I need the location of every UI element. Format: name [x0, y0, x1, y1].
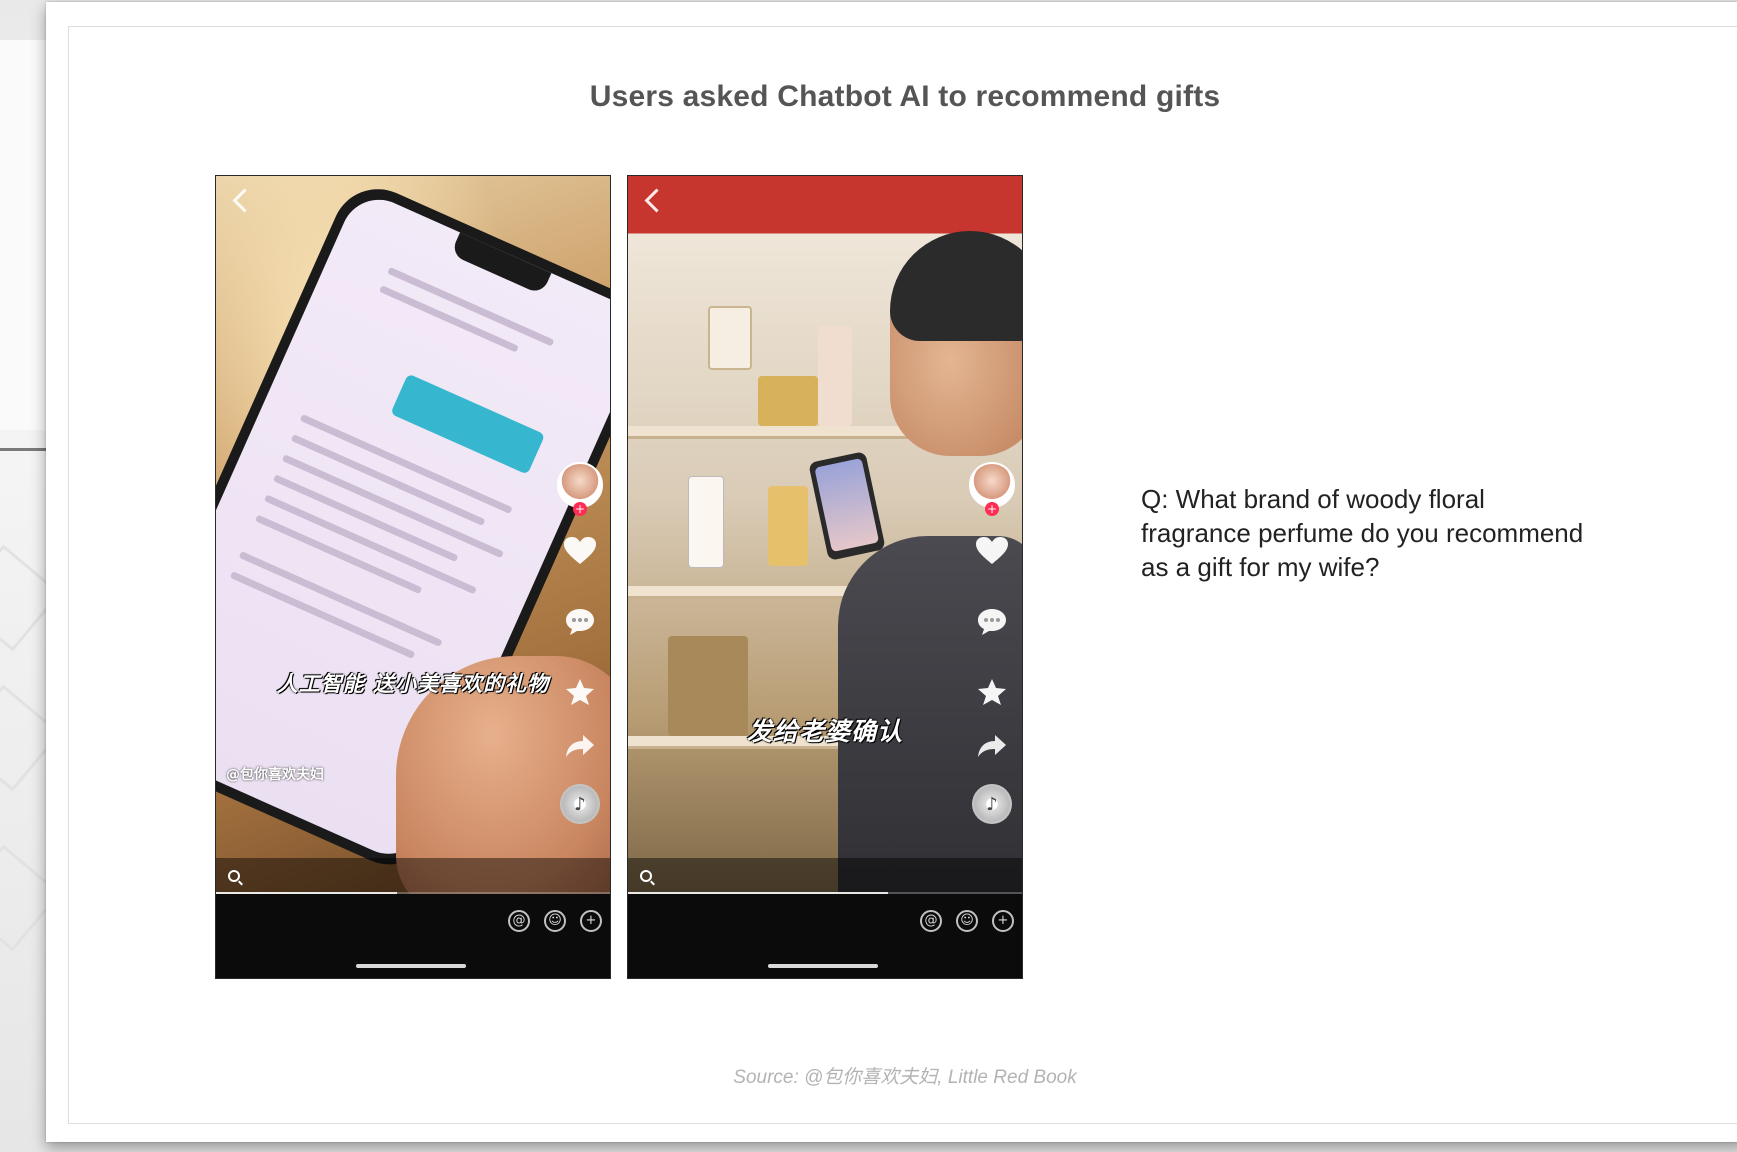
- perfume-bottle: [768, 486, 808, 566]
- store-shelf: [628, 426, 908, 439]
- share-arrow-icon: [566, 735, 594, 757]
- related-search-strip[interactable]: [628, 858, 1022, 894]
- slide-title: Users asked Chatbot AI to recommend gift…: [589, 80, 1221, 113]
- plus-circle-icon[interactable]: +: [992, 910, 1014, 932]
- back-chevron-icon[interactable]: [232, 187, 257, 213]
- star-icon: [978, 679, 1006, 705]
- like-button[interactable]: [975, 536, 1009, 579]
- comment-bar-icons: @ ☺ +: [920, 910, 1014, 932]
- creator-avatar[interactable]: [969, 462, 1015, 516]
- perfume-bottle: [758, 376, 818, 426]
- creator-avatar[interactable]: [557, 462, 603, 516]
- home-indicator: [356, 964, 466, 968]
- video-top-bar: [628, 176, 1022, 224]
- comment-button[interactable]: [976, 607, 1008, 650]
- shopper-phone: [808, 451, 886, 561]
- music-disc-icon[interactable]: ♪: [972, 784, 1012, 824]
- related-search-strip[interactable]: [216, 858, 610, 894]
- heart-icon: [976, 537, 1008, 564]
- home-indicator: [768, 964, 878, 968]
- side-action-bar: ♪: [969, 462, 1015, 824]
- at-icon[interactable]: @: [920, 910, 942, 932]
- heart-icon: [564, 537, 596, 564]
- music-disc-icon[interactable]: ♪: [560, 784, 600, 824]
- comment-bar: @ ☺ +: [216, 894, 610, 978]
- post-info: @包你喜欢夫妇: [226, 764, 536, 794]
- perfume-bottle: [818, 326, 852, 426]
- comment-bubble-icon: [978, 609, 1006, 635]
- plus-circle-icon[interactable]: +: [580, 910, 602, 932]
- post-author[interactable]: @包你喜欢夫妇: [226, 764, 536, 784]
- search-icon: [640, 870, 652, 882]
- post-info: [638, 764, 948, 774]
- back-chevron-icon[interactable]: [644, 187, 669, 213]
- video-top-bar: [216, 176, 610, 224]
- user-question: Q: What brand of woody floral fragrance …: [1141, 484, 1584, 582]
- favorite-button[interactable]: [977, 678, 1007, 706]
- video-caption: 人工智能 送小美喜欢的礼物: [276, 671, 550, 696]
- emoji-icon[interactable]: ☺: [956, 910, 978, 932]
- search-icon: [228, 870, 240, 882]
- comment-bar: @ ☺ +: [628, 894, 1022, 978]
- phone-screenshot-2: ♪ 发给老婆确认 @ ☺ +: [628, 176, 1022, 978]
- comment-bar-icons: @ ☺ +: [508, 910, 602, 932]
- chat-message-bubble: [390, 373, 546, 475]
- emoji-icon[interactable]: ☺: [544, 910, 566, 932]
- perfume-bottle: [688, 476, 724, 568]
- source-note: Source: @包你喜欢夫妇, Little Red Book: [733, 1067, 1077, 1088]
- video-caption: 发给老婆确认: [746, 717, 903, 746]
- comment-button[interactable]: [564, 607, 596, 650]
- perfume-bottle: [708, 306, 752, 370]
- video-frame: [628, 176, 1022, 894]
- at-icon[interactable]: @: [508, 910, 530, 932]
- side-action-bar: ♪: [557, 462, 603, 824]
- comment-bubble-icon: [566, 609, 594, 635]
- share-button[interactable]: [565, 734, 595, 758]
- phone-screenshot-1: ♪ 人工智能 送小美喜欢的礼物 @包你喜欢夫妇 @ ☺ +: [216, 176, 610, 978]
- like-button[interactable]: [563, 536, 597, 579]
